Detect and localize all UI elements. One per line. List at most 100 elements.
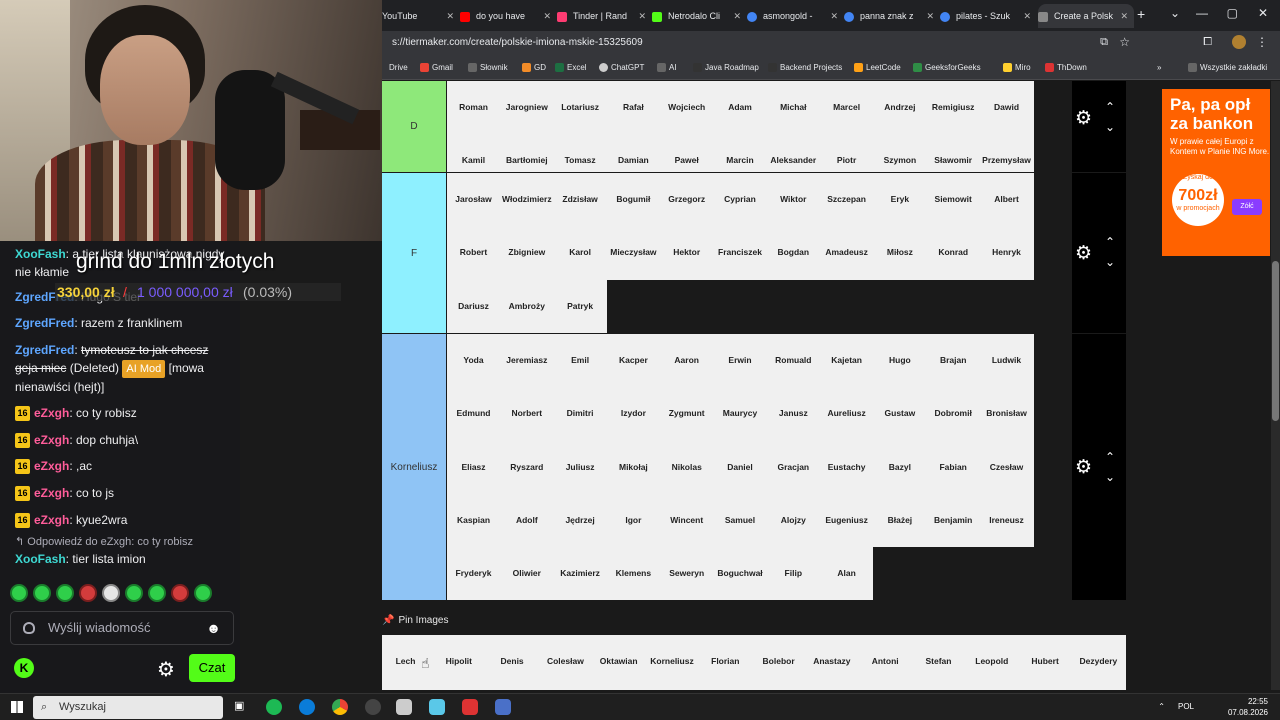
obs-icon[interactable] <box>365 699 381 715</box>
tier-settings-gear-icon[interactable]: ⚙ <box>1075 242 1092 265</box>
tier-item[interactable]: Wincent <box>660 494 713 547</box>
tier-item[interactable]: Robert <box>447 226 500 279</box>
tier-item[interactable]: Fryderyk <box>447 547 500 600</box>
emote-icon[interactable] <box>10 584 28 602</box>
move-down-icon[interactable]: ⌄ <box>1105 256 1115 268</box>
emote-icon[interactable] <box>171 584 189 602</box>
tier-item[interactable]: Szczepan <box>820 173 873 226</box>
close-tab-icon[interactable]: ✕ <box>638 4 646 28</box>
tray-expand-icon[interactable]: ⌃ <box>1158 702 1165 711</box>
chrome-icon[interactable] <box>332 699 348 715</box>
tier-item[interactable]: Jędrzej <box>554 494 607 547</box>
tier-item[interactable]: Klemens <box>607 547 660 600</box>
move-down-icon[interactable]: ⌄ <box>1105 121 1115 133</box>
tier-item[interactable]: Janusz <box>767 387 820 440</box>
menu-icon[interactable]: ⋮ <box>1256 35 1268 49</box>
tier-item[interactable]: Aaron <box>660 334 713 387</box>
profile-avatar[interactable] <box>1232 35 1246 49</box>
tier-item[interactable]: Eliasz <box>447 441 500 494</box>
close-tab-icon[interactable]: ✕ <box>1120 4 1128 28</box>
bookmark-item[interactable]: Backend Projects <box>768 63 842 73</box>
tier-item[interactable]: Bronisław <box>980 387 1033 440</box>
tier-label-korneliusz[interactable]: Korneliusz <box>382 334 446 600</box>
tier-label-d[interactable]: D <box>382 81 446 172</box>
tier-item[interactable]: Hugo <box>873 334 926 387</box>
page-scrollbar[interactable] <box>1271 81 1280 690</box>
tier-item[interactable]: Bazyl <box>873 441 926 494</box>
tier-item[interactable]: Maurycy <box>714 387 767 440</box>
pin-images-label[interactable]: 📌 Pin Images <box>382 615 448 626</box>
browser-tab[interactable]: asmongold - ✕ <box>747 4 844 28</box>
more-bookmarks-icon[interactable]: » <box>1157 63 1161 72</box>
tier-item[interactable]: Boguchwał <box>714 547 767 600</box>
browser-tab[interactable]: panna znak z ✕ <box>844 4 940 28</box>
tier-item[interactable]: Samuel <box>714 494 767 547</box>
bookmark-item[interactable]: ChatGPT <box>599 63 644 73</box>
bookmark-item[interactable]: ThDown <box>1045 63 1087 73</box>
tier-item[interactable]: Ludwik <box>980 334 1033 387</box>
app-icon[interactable] <box>396 699 412 715</box>
emote-icon[interactable] <box>56 584 74 602</box>
tier-item[interactable]: Zdzisław <box>554 173 607 226</box>
close-tab-icon[interactable]: ✕ <box>446 4 454 28</box>
tier-item[interactable]: Fabian <box>927 441 980 494</box>
tier-item[interactable]: Zbigniew <box>500 226 553 279</box>
tier-item[interactable]: Dawid <box>980 81 1033 134</box>
tab-search-icon[interactable]: ⌄ <box>1170 6 1180 20</box>
tier-item[interactable]: Romuald <box>767 334 820 387</box>
pin-item[interactable]: Colesław <box>539 635 592 688</box>
tier-item[interactable]: Adam <box>714 81 767 134</box>
close-window-icon[interactable]: ✕ <box>1258 6 1268 20</box>
tier-item[interactable]: Mieczysław <box>607 226 660 279</box>
browser-tab-active[interactable]: Create a Polsk ✕ <box>1038 4 1134 28</box>
bookmark-item[interactable]: Gmail <box>420 63 453 73</box>
tier-item[interactable]: Siemowit <box>927 173 980 226</box>
kick-logo-icon[interactable]: K <box>14 658 34 678</box>
pin-item[interactable]: Oktawian <box>592 635 645 688</box>
tier-settings-gear-icon[interactable]: ⚙ <box>1075 107 1092 130</box>
bookmark-item[interactable]: AI <box>657 63 677 73</box>
tier-item[interactable]: Nikolas <box>660 441 713 494</box>
chat-input[interactable]: Wyślij wiadomość ☻ <box>10 611 234 645</box>
bookmark-item[interactable]: Słownik <box>468 63 508 73</box>
tier-item[interactable]: Filip <box>767 547 820 600</box>
browser-tab[interactable]: do you have ✕ <box>460 4 557 28</box>
tier-item[interactable]: Ambroży <box>500 280 553 333</box>
tier-item[interactable]: Wiktor <box>767 173 820 226</box>
extensions-icon[interactable]: ⧠ <box>1203 36 1212 49</box>
pin-item[interactable]: Korneliusz <box>646 635 699 688</box>
tier-label-f[interactable]: F <box>382 173 446 333</box>
scrollbar-thumb[interactable] <box>1272 261 1279 421</box>
bookmark-item[interactable]: Drive <box>389 63 408 72</box>
move-up-icon[interactable]: ⌃ <box>1105 451 1115 463</box>
tier-item[interactable]: Czesław <box>980 441 1033 494</box>
tier-settings-gear-icon[interactable]: ⚙ <box>1075 456 1092 479</box>
browser-tab[interactable]: YouTube ✕ <box>382 4 460 28</box>
tier-item[interactable]: Andrzej <box>873 81 926 134</box>
tier-item[interactable]: Henryk <box>980 226 1033 279</box>
tier-item[interactable]: Konrad <box>927 226 980 279</box>
tier-item[interactable]: Zygmunt <box>660 387 713 440</box>
tier-item[interactable]: Wojciech <box>660 81 713 134</box>
tier-item[interactable]: Yoda <box>447 334 500 387</box>
windows-start-icon[interactable] <box>11 701 23 713</box>
tier-item[interactable]: Miłosz <box>873 226 926 279</box>
tier-item[interactable]: Daniel <box>714 441 767 494</box>
tier-item[interactable]: Eryk <box>873 173 926 226</box>
tier-item[interactable]: Hektor <box>660 226 713 279</box>
browser-tab[interactable]: pilates - Szuk ✕ <box>940 4 1037 28</box>
chat-send-button[interactable]: Czat <box>189 654 235 682</box>
tier-item[interactable]: Dariusz <box>447 280 500 333</box>
browser-tab[interactable]: Netrodalo Cli ✕ <box>652 4 747 28</box>
tier-item[interactable]: Błażej <box>873 494 926 547</box>
tier-item[interactable]: Edmund <box>447 387 500 440</box>
tier-item[interactable]: Patryk <box>554 280 607 333</box>
tier-item[interactable]: Alojzy <box>767 494 820 547</box>
tier-item[interactable]: Roman <box>447 81 500 134</box>
emote-icon[interactable] <box>102 584 120 602</box>
minimize-icon[interactable]: — <box>1196 6 1208 20</box>
emote-icon[interactable] <box>148 584 166 602</box>
new-tab-icon[interactable]: + <box>1137 6 1145 22</box>
tier-item[interactable]: Alan <box>820 547 873 600</box>
close-tab-icon[interactable]: ✕ <box>830 4 838 28</box>
